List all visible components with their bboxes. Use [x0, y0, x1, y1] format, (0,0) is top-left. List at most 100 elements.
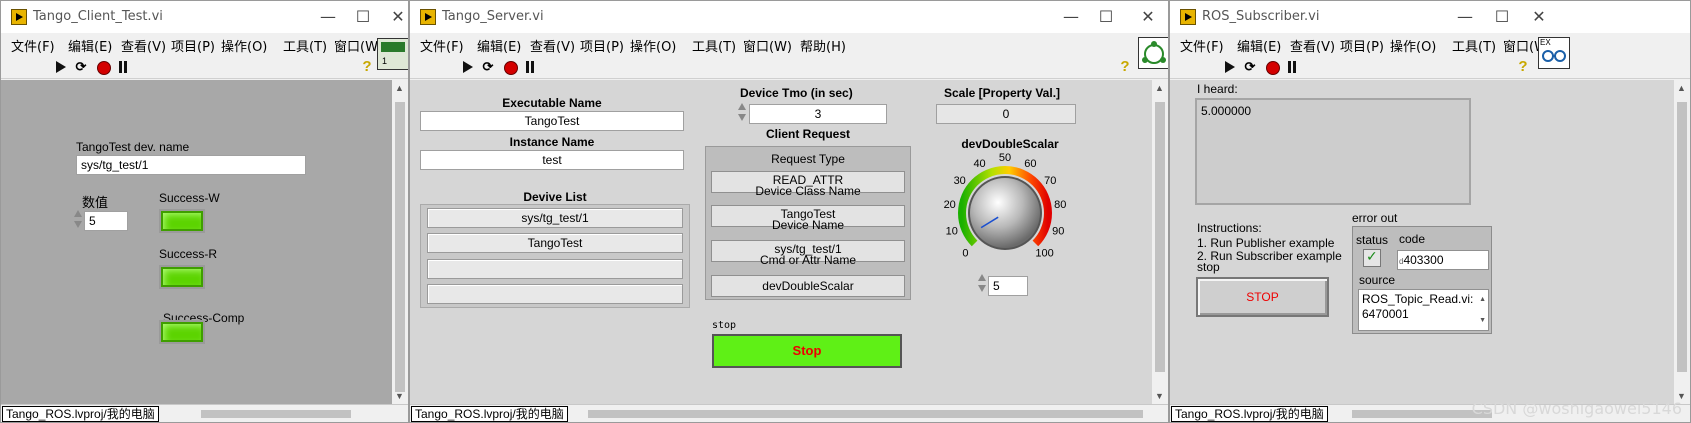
- scroll-down-icon[interactable]: ▼: [395, 391, 404, 401]
- device-list-item[interactable]: [427, 259, 683, 279]
- cmd-attr-cell[interactable]: devDoubleScalar: [711, 275, 905, 297]
- scroll-up-icon[interactable]: ▲: [1677, 83, 1686, 93]
- menu-project[interactable]: 项目(P): [171, 36, 215, 55]
- horizontal-scrollbar[interactable]: [578, 408, 1153, 420]
- close-button[interactable]: ✕: [1134, 5, 1162, 29]
- scroll-thumb[interactable]: [1677, 102, 1687, 372]
- code-label: code: [1399, 232, 1426, 246]
- stop-button[interactable]: STOP: [1196, 277, 1329, 317]
- device-name-label: Device Name: [771, 218, 845, 232]
- scroll-thumb[interactable]: [395, 102, 405, 392]
- abort-icon[interactable]: [1264, 59, 1280, 75]
- menu-edit[interactable]: 编辑(E): [477, 36, 521, 55]
- menu-window[interactable]: 窗口(W): [743, 36, 792, 55]
- menu-project[interactable]: 项目(P): [1340, 36, 1384, 55]
- menu-edit[interactable]: 编辑(E): [68, 36, 112, 55]
- status-bar: Tango_ROS.lvproj/我的电脑: [410, 404, 1168, 422]
- device-list-item[interactable]: TangoTest: [427, 233, 683, 253]
- menu-operate[interactable]: 操作(O): [1390, 36, 1436, 55]
- scroll-down-icon[interactable]: ▼: [1155, 391, 1164, 401]
- menu-view[interactable]: 查看(V): [1290, 36, 1335, 55]
- dev-name-field[interactable]: sys/tg_test/1: [76, 155, 306, 175]
- instruction-line-1: 1. Run Publisher example: [1197, 236, 1335, 250]
- run-icon[interactable]: [1222, 59, 1238, 75]
- instructions-title: Instructions:: [1197, 221, 1262, 235]
- hscroll-thumb[interactable]: [588, 410, 1143, 418]
- menu-tools[interactable]: 工具(T): [692, 36, 736, 55]
- vi-connector-icon[interactable]: EX: [1538, 37, 1570, 69]
- menu-project[interactable]: 项目(P): [580, 36, 624, 55]
- device-list-item[interactable]: [427, 284, 683, 304]
- run-continuously-icon[interactable]: ⟳: [1242, 59, 1258, 75]
- title-bar[interactable]: Tango_Server.vi — ☐ ✕: [410, 1, 1168, 33]
- abort-icon[interactable]: [502, 59, 518, 75]
- menu-file[interactable]: 文件(F): [1180, 36, 1224, 55]
- scroll-up-icon[interactable]: ▲: [395, 83, 404, 93]
- close-button[interactable]: ✕: [384, 5, 408, 29]
- minimize-button[interactable]: —: [314, 5, 342, 29]
- vertical-scrollbar[interactable]: ▲ ▼: [1674, 80, 1690, 404]
- run-icon[interactable]: [460, 59, 476, 75]
- numeric-spinner[interactable]: [73, 209, 83, 231]
- vertical-scrollbar[interactable]: ▲ ▼: [1152, 80, 1168, 404]
- menu-operate[interactable]: 操作(O): [221, 36, 267, 55]
- code-field[interactable]: d403300: [1397, 250, 1489, 270]
- tmo-spinner[interactable]: [737, 102, 747, 124]
- title-bar[interactable]: Tango_Client_Test.vi — ☐ ✕: [1, 1, 408, 33]
- source-scroll-down-icon[interactable]: ▼: [1479, 313, 1486, 328]
- abort-icon[interactable]: [95, 59, 111, 75]
- menu-operate[interactable]: 操作(O): [630, 36, 676, 55]
- scroll-thumb[interactable]: [1155, 102, 1165, 372]
- vertical-scrollbar[interactable]: ▲ ▼: [392, 80, 408, 404]
- instance-name-field[interactable]: test: [420, 150, 684, 170]
- device-list-item[interactable]: sys/tg_test/1: [427, 208, 683, 228]
- exec-name-field[interactable]: TangoTest: [420, 111, 684, 131]
- menu-file[interactable]: 文件(F): [11, 36, 55, 55]
- scroll-up-icon[interactable]: ▲: [1155, 83, 1164, 93]
- minimize-button[interactable]: —: [1057, 5, 1085, 29]
- title-bar[interactable]: ROS_Subscriber.vi — ☐ ✕: [1170, 1, 1690, 33]
- help-icon[interactable]: ?: [1515, 59, 1531, 75]
- knob-value-spinner[interactable]: [977, 273, 987, 295]
- help-icon[interactable]: ?: [359, 59, 375, 75]
- run-continuously-icon[interactable]: ⟳: [480, 59, 496, 75]
- numeric-field[interactable]: 5: [84, 211, 128, 231]
- close-button[interactable]: ✕: [1525, 5, 1553, 29]
- scale-label: Scale [Property Val.]: [943, 86, 1061, 100]
- minimize-button[interactable]: —: [1451, 5, 1479, 29]
- menu-tools[interactable]: 工具(T): [283, 36, 327, 55]
- vi-connector-icon[interactable]: [1138, 37, 1168, 69]
- device-name-cell[interactable]: sys/tg_test/1 Cmd or Attr Name: [711, 240, 905, 266]
- menu-help[interactable]: 帮助(H): [800, 36, 846, 55]
- device-class-cell[interactable]: TangoTest Device Name: [711, 205, 905, 231]
- pause-icon[interactable]: [1284, 59, 1300, 75]
- hscroll-thumb[interactable]: [201, 410, 351, 418]
- horizontal-scrollbar[interactable]: [181, 408, 391, 420]
- error-out-label: error out: [1352, 211, 1398, 225]
- run-continuously-icon[interactable]: ⟳: [73, 59, 89, 75]
- maximize-button[interactable]: ☐: [349, 5, 377, 29]
- cmd-attr-value: devDoubleScalar: [762, 279, 854, 293]
- menu-view[interactable]: 查看(V): [121, 36, 166, 55]
- request-type-cell[interactable]: READ_ATTR Device Class Name: [711, 171, 905, 197]
- source-scroll-up-icon[interactable]: ▲: [1479, 292, 1486, 307]
- run-icon[interactable]: [53, 59, 69, 75]
- menu-edit[interactable]: 编辑(E): [1237, 36, 1281, 55]
- source-field[interactable]: ROS_Topic_Read.vi: 6470001 ▲ ▼: [1358, 289, 1489, 331]
- knob-tick-label: 40: [973, 158, 985, 170]
- stop-button[interactable]: Stop: [712, 334, 902, 368]
- help-icon[interactable]: ?: [1117, 59, 1133, 75]
- menu-tools[interactable]: 工具(T): [1452, 36, 1496, 55]
- menu-view[interactable]: 查看(V): [530, 36, 575, 55]
- menu-file[interactable]: 文件(F): [420, 36, 464, 55]
- maximize-button[interactable]: ☐: [1092, 5, 1120, 29]
- menu-window[interactable]: 窗口(W): [334, 36, 383, 55]
- pause-icon[interactable]: [522, 59, 538, 75]
- pause-icon[interactable]: [115, 59, 131, 75]
- client-window: Tango_Client_Test.vi — ☐ ✕ 文件(F) 编辑(E) 查…: [0, 0, 409, 423]
- maximize-button[interactable]: ☐: [1488, 5, 1516, 29]
- devdoublescalar-knob[interactable]: 0 10 20 30 40 50 60 70 80 90 100: [935, 153, 1075, 273]
- vi-connector-icon[interactable]: 1: [377, 38, 408, 70]
- knob-value-field[interactable]: 5: [988, 276, 1028, 296]
- tmo-field[interactable]: 3: [749, 104, 887, 124]
